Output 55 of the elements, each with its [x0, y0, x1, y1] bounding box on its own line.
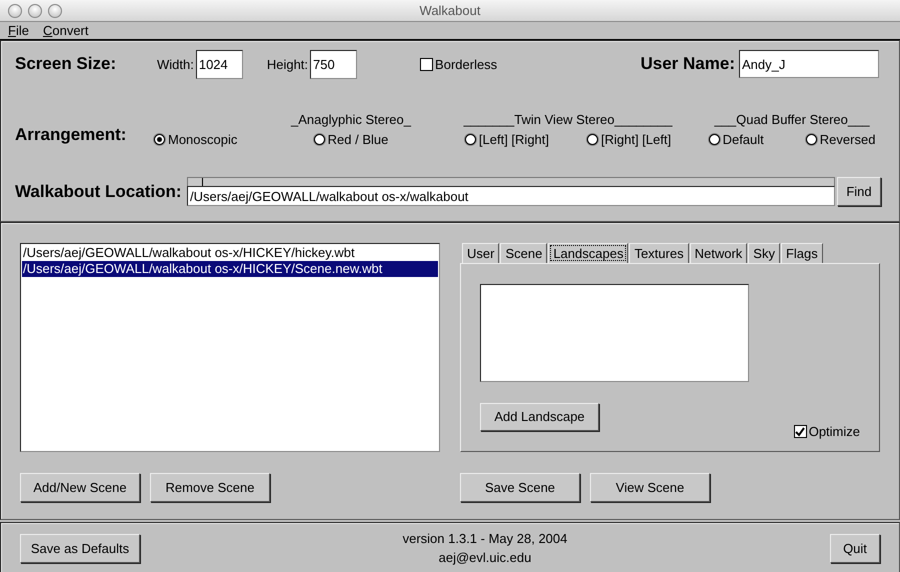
find-button[interactable]: Find [837, 177, 881, 206]
scene-button[interactable]: Remove Scene [150, 473, 270, 502]
width-field[interactable]: 1024 [196, 50, 243, 78]
scene-list-item[interactable]: /Users/aej/GEOWALL/walkabout os-x/HICKEY/Scene.new.wbt [22, 261, 438, 277]
radio-label: Reversed [820, 132, 876, 147]
height-label: Height: [266, 56, 308, 72]
arrangement-label: Arrangement: [15, 125, 128, 146]
tab[interactable]: Textures [629, 243, 689, 263]
radio-button[interactable] [587, 134, 598, 145]
optimize-label: Optimize [808, 424, 860, 439]
menu-item[interactable]: File [8, 23, 29, 38]
radio-button[interactable] [464, 134, 476, 145]
group-heading: _______Twin View Stereo________ [464, 112, 672, 128]
screen-size-label: Screen Size: [15, 54, 118, 74]
menu-item[interactable]: Convert [42, 23, 88, 38]
close-button[interactable] [8, 4, 22, 18]
scroll-bar[interactable] [187, 177, 835, 186]
user-name-label: User Name: [640, 54, 735, 74]
tab[interactable]: Scene [500, 243, 548, 263]
radio-button[interactable] [708, 134, 720, 145]
group-heading: _Anaglyphic Stereo_ [291, 112, 411, 128]
width-label: Width: [157, 56, 194, 72]
email-text: aej@evl.uic.edu [438, 550, 532, 565]
tab[interactable]: User [462, 243, 500, 263]
minimize-button[interactable] [28, 4, 42, 18]
optimize-checkbox[interactable] [794, 425, 807, 438]
location-field[interactable]: /Users/aej/GEOWALL/walkabout os-x/walkabout [187, 186, 835, 206]
window-title: Walkabout [420, 3, 480, 18]
radio-label: [Right] [Left] [601, 132, 672, 147]
user-name-field[interactable]: Andy_J [739, 50, 879, 78]
version-text: version 1.3.1 - May 28, 2004 [402, 531, 568, 546]
save-defaults-button[interactable]: Save as Defaults [20, 534, 140, 562]
radio-label: Default [722, 132, 764, 147]
tab[interactable]: Landscapes [548, 243, 628, 263]
radio-button[interactable] [154, 134, 165, 145]
borderless-checkbox[interactable] [420, 58, 434, 70]
group-heading: ___Quad Buffer Stereo___ [714, 112, 870, 128]
location-label: Walkabout Location: [15, 182, 183, 203]
scene-button[interactable]: Save Scene [460, 473, 580, 502]
radio-label: Monoscopic [168, 132, 238, 147]
tab[interactable]: Network [690, 243, 748, 263]
borderless-label: Borderless [435, 56, 498, 72]
zoom-button[interactable] [48, 4, 62, 18]
height-field[interactable]: 750 [310, 50, 358, 78]
radio-label: Red / Blue [328, 132, 388, 147]
radio-label: [Left] [Right] [478, 132, 549, 147]
quit-button[interactable]: Quit [830, 534, 880, 562]
scene-button[interactable]: Add/New Scene [20, 473, 140, 502]
tab[interactable]: Sky [748, 243, 780, 263]
add-landscape-button[interactable]: Add Landscape [480, 402, 599, 430]
scene-button[interactable]: View Scene [590, 473, 710, 502]
tab[interactable]: Flags [780, 243, 823, 263]
radio-button[interactable] [314, 134, 325, 145]
radio-button[interactable] [806, 134, 817, 145]
scene-list-item[interactable]: /Users/aej/GEOWALL/walkabout os-x/HICKEY/hickey.wbt [22, 245, 438, 261]
